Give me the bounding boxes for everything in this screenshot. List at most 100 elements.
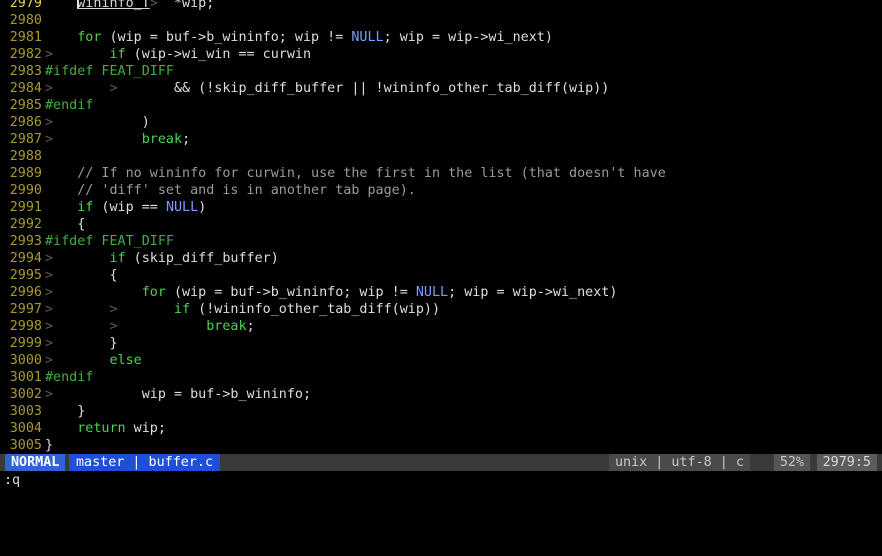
code-line[interactable]: 2988 bbox=[0, 148, 882, 165]
code-line[interactable]: 3005} bbox=[0, 437, 882, 454]
code-text: // If no wininfo for curwin, use the fir… bbox=[45, 166, 666, 181]
tab-marker: > bbox=[109, 302, 118, 317]
code-text: > else bbox=[45, 353, 142, 368]
code-line[interactable]: 3000 > else bbox=[0, 352, 882, 369]
null-constant: NULL bbox=[165, 200, 199, 215]
code-token: && (!skip_diff_buffer || !wininfo_other_… bbox=[117, 81, 610, 96]
tab-marker: > bbox=[45, 353, 54, 368]
tab-marker: > bbox=[45, 132, 54, 147]
line-number: 3004 bbox=[9, 421, 42, 436]
code-line[interactable]: 3003 } bbox=[0, 403, 882, 420]
code-line[interactable]: 2997 > > if (!wininfo_other_tab_diff(wip)… bbox=[0, 301, 882, 318]
code-token: ; wip = wip->wi_next) bbox=[383, 30, 553, 45]
code-line[interactable]: 2987 > break; bbox=[0, 131, 882, 148]
code-text: > break; bbox=[45, 132, 190, 147]
code-line[interactable]: 2989 // If no wininfo for curwin, use th… bbox=[0, 165, 882, 182]
code-text: if (wip == NULL) bbox=[45, 200, 206, 215]
command-line[interactable]: :q bbox=[0, 471, 882, 490]
tab-marker: > bbox=[149, 0, 174, 11]
code-token: ) bbox=[53, 115, 150, 130]
line-number: 2982 bbox=[9, 47, 42, 62]
line-number: 3005 bbox=[9, 438, 42, 453]
preprocessor-directive: #endif bbox=[45, 98, 94, 113]
code-line[interactable]: 3004 return wip; bbox=[0, 420, 882, 437]
tab-marker: > bbox=[109, 81, 118, 96]
keyword: if bbox=[174, 302, 191, 317]
editor-buffer[interactable]: 2979 wininfo_T> *wip; 2980 2981 for (wip =… bbox=[0, 0, 882, 454]
code-token: ) bbox=[198, 200, 207, 215]
code-line[interactable]: 2981 for (wip = buf->b_wininfo; wip != N… bbox=[0, 29, 882, 46]
line-number: 2994 bbox=[9, 251, 42, 266]
line-number: 3002 bbox=[9, 387, 42, 402]
line-number: 2985 bbox=[9, 98, 42, 113]
code-line[interactable]: 2996 > for (wip = buf->b_wininfo; wip != … bbox=[0, 284, 882, 301]
code-line[interactable]: 3002 > wip = buf->b_wininfo; bbox=[0, 386, 882, 403]
code-line[interactable]: 2993 #ifdef FEAT_DIFF bbox=[0, 233, 882, 250]
code-line[interactable]: 2986 > ) bbox=[0, 114, 882, 131]
code-line[interactable]: 2983 #ifdef FEAT_DIFF bbox=[0, 63, 882, 80]
code-token: wip; bbox=[125, 421, 166, 436]
code-token: { bbox=[53, 268, 118, 283]
code-line[interactable]: 2999 > } bbox=[0, 335, 882, 352]
tab-marker: > bbox=[45, 319, 54, 334]
code-token: (wip = buf->b_wininfo; wip != bbox=[165, 285, 416, 300]
code-token: wip = buf->b_wininfo; bbox=[53, 387, 312, 402]
code-line[interactable]: 3001 #endif bbox=[0, 369, 882, 386]
code-text: { bbox=[45, 217, 85, 232]
tab-marker: > bbox=[109, 319, 118, 334]
comment: // 'diff' set and is in another tab page… bbox=[77, 183, 416, 198]
code-text: } bbox=[45, 404, 85, 419]
code-line[interactable]: 2985 #endif bbox=[0, 97, 882, 114]
preprocessor-directive: #endif bbox=[45, 370, 94, 385]
code-line[interactable]: 2982 > if (wip->wi_win == curwin bbox=[0, 46, 882, 63]
line-number: 2999 bbox=[9, 336, 42, 351]
code-line[interactable]: 2991 if (wip == NULL) bbox=[0, 199, 882, 216]
code-text: > > if (!wininfo_other_tab_diff(wip)) bbox=[45, 302, 440, 317]
mode-indicator: NORMAL bbox=[5, 454, 66, 471]
keyword: if bbox=[109, 47, 126, 62]
keyword: if bbox=[109, 251, 126, 266]
tab-marker: > bbox=[45, 81, 54, 96]
code-line[interactable]: 2984 > > && (!skip_diff_buffer || !wininf… bbox=[0, 80, 882, 97]
keyword: break bbox=[206, 319, 247, 334]
code-text: > wip = buf->b_wininfo; bbox=[45, 387, 311, 402]
code-line[interactable]: 2979 wininfo_T> *wip; bbox=[0, 0, 882, 12]
code-line[interactable]: 2980 bbox=[0, 12, 882, 29]
code-line[interactable]: 2995 > { bbox=[0, 267, 882, 284]
code-line[interactable]: 2994 > if (skip_diff_buffer) bbox=[0, 250, 882, 267]
tab-marker: > bbox=[45, 285, 54, 300]
code-token: } bbox=[45, 438, 54, 453]
code-text: } bbox=[45, 438, 53, 453]
keyword: if bbox=[77, 200, 94, 215]
code-token: (wip = buf->b_wininfo; wip != bbox=[101, 30, 352, 45]
code-token: ; bbox=[182, 132, 191, 147]
code-token: (wip == bbox=[93, 200, 166, 215]
tab-marker: > bbox=[45, 336, 54, 351]
line-number: 2984 bbox=[9, 81, 42, 96]
comment: // If no wininfo for curwin, use the fir… bbox=[77, 166, 666, 181]
code-line[interactable]: 2990 // 'diff' set and is in another tab… bbox=[0, 182, 882, 199]
line-number: 2979 bbox=[9, 0, 42, 11]
code-text: > { bbox=[45, 268, 118, 283]
line-number: 2981 bbox=[9, 30, 42, 45]
line-number: 3003 bbox=[9, 404, 42, 419]
line-number: 2983 bbox=[9, 64, 42, 79]
line-number: 2986 bbox=[9, 115, 42, 130]
code-text: > > && (!skip_diff_buffer || !wininfo_ot… bbox=[45, 81, 609, 96]
code-text: wininfo_T> *wip; bbox=[45, 0, 214, 11]
code-line[interactable]: 2992 { bbox=[0, 216, 882, 233]
code-line[interactable]: 2998 > > break; bbox=[0, 318, 882, 335]
